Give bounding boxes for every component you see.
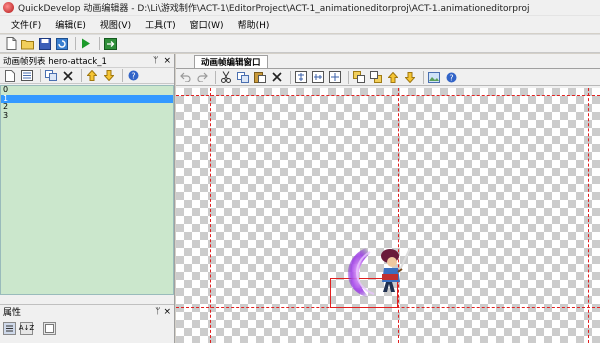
properties-panel-header: 属性 ᛘ × <box>0 304 174 318</box>
menu-view[interactable]: 视图(V) <box>93 18 138 31</box>
new-frame-icon[interactable] <box>3 69 17 83</box>
menu-help[interactable]: 帮助(H) <box>231 18 277 31</box>
new-file-icon[interactable] <box>4 37 18 51</box>
align-center-icon[interactable] <box>294 70 308 84</box>
redo-icon[interactable] <box>195 70 209 84</box>
frame-panel-title: 动画帧列表 hero-attack_1 <box>3 56 107 67</box>
categorized-icon[interactable] <box>3 321 16 335</box>
guide-line-vertical <box>588 88 589 343</box>
toolbar-separator <box>81 69 82 82</box>
guide-line-vertical <box>210 88 211 343</box>
app-icon <box>3 2 14 13</box>
move-up-icon[interactable] <box>386 70 400 84</box>
menu-window[interactable]: 窗口(W) <box>183 18 231 31</box>
main-toolbar <box>0 34 600 53</box>
list-item[interactable]: 2 <box>1 102 173 112</box>
menu-tools[interactable]: 工具(T) <box>138 18 183 31</box>
export-icon[interactable] <box>103 37 117 51</box>
sort-alphabetical-icon[interactable]: A↓Z <box>19 321 34 335</box>
pin-icon[interactable]: ᛘ <box>155 307 160 317</box>
frame-properties-icon[interactable] <box>20 69 34 83</box>
close-icon[interactable]: × <box>163 56 171 66</box>
pin-icon[interactable]: ᛘ <box>153 56 158 66</box>
align-both-icon[interactable] <box>328 70 342 84</box>
frame-list-panel: 动画帧列表 hero-attack_1 ᛘ × ? 0 1 2 3 属性 ᛘ ×… <box>0 54 175 343</box>
list-item[interactable]: 3 <box>1 111 173 121</box>
copy-icon[interactable] <box>236 70 250 84</box>
toolbar-separator <box>75 37 76 50</box>
undo-icon[interactable] <box>178 70 192 84</box>
hero-sprite[interactable] <box>336 238 426 308</box>
paste-icon[interactable] <box>253 70 267 84</box>
toolbar-separator <box>423 70 424 84</box>
properties-panel-title: 属性 <box>3 308 22 318</box>
property-pages-icon[interactable] <box>43 321 56 335</box>
image-icon[interactable] <box>427 70 441 84</box>
editor-toolbar: ? <box>176 69 600 86</box>
move-down-icon[interactable] <box>102 69 116 83</box>
send-backward-icon[interactable] <box>369 70 383 84</box>
frame-editor: 动画帧编辑窗口 ? <box>176 54 600 343</box>
move-up-icon[interactable] <box>85 69 99 83</box>
menu-bar: 文件(F) 编辑(E) 视图(V) 工具(T) 窗口(W) 帮助(H) <box>0 16 600 33</box>
align-middle-icon[interactable] <box>311 70 325 84</box>
close-icon[interactable]: × <box>163 307 171 317</box>
editor-tabstrip: 动画帧编辑窗口 <box>176 54 600 69</box>
toolbar-separator <box>122 69 123 82</box>
bring-forward-icon[interactable] <box>352 70 366 84</box>
menu-edit[interactable]: 编辑(E) <box>48 18 93 31</box>
toolbar-separator <box>290 70 291 84</box>
guide-line-horizontal <box>176 95 600 96</box>
toolbar-separator <box>40 69 41 82</box>
title-bar: QuickDevelop 动画编辑器 - D:\Li\游戏制作\ACT-1\Ed… <box>0 0 600 16</box>
toolbar-separator <box>215 70 216 84</box>
list-item-selected[interactable]: 1 <box>1 94 173 103</box>
delete-icon[interactable] <box>270 70 284 84</box>
frame-panel-header: 动画帧列表 hero-attack_1 ᛘ × <box>0 54 174 68</box>
cut-icon[interactable] <box>219 70 233 84</box>
menu-file[interactable]: 文件(F) <box>4 18 48 31</box>
move-down-icon[interactable] <box>403 70 417 84</box>
editor-canvas[interactable] <box>176 88 600 343</box>
frame-panel-toolbar: ? <box>0 68 174 84</box>
frame-list[interactable]: 0 1 2 3 <box>0 85 174 295</box>
toolbar-separator <box>348 70 349 84</box>
tab-frame-editor[interactable]: 动画帧编辑窗口 <box>194 55 268 68</box>
svg-text:?: ? <box>449 73 453 82</box>
properties-toolbar: A↓Z <box>0 320 174 336</box>
copy-icon[interactable] <box>44 69 58 83</box>
svg-text:?: ? <box>131 72 135 81</box>
help-icon[interactable]: ? <box>444 70 458 84</box>
refresh-icon[interactable] <box>55 37 69 51</box>
toolbar-separator <box>99 37 100 50</box>
save-icon[interactable] <box>38 37 52 51</box>
delete-icon[interactable] <box>61 69 75 83</box>
open-folder-icon[interactable] <box>21 37 35 51</box>
help-icon[interactable]: ? <box>126 69 140 83</box>
list-item[interactable]: 0 <box>1 85 173 95</box>
play-icon[interactable] <box>79 37 93 51</box>
window-title: QuickDevelop 动画编辑器 - D:\Li\游戏制作\ACT-1\Ed… <box>18 4 530 14</box>
